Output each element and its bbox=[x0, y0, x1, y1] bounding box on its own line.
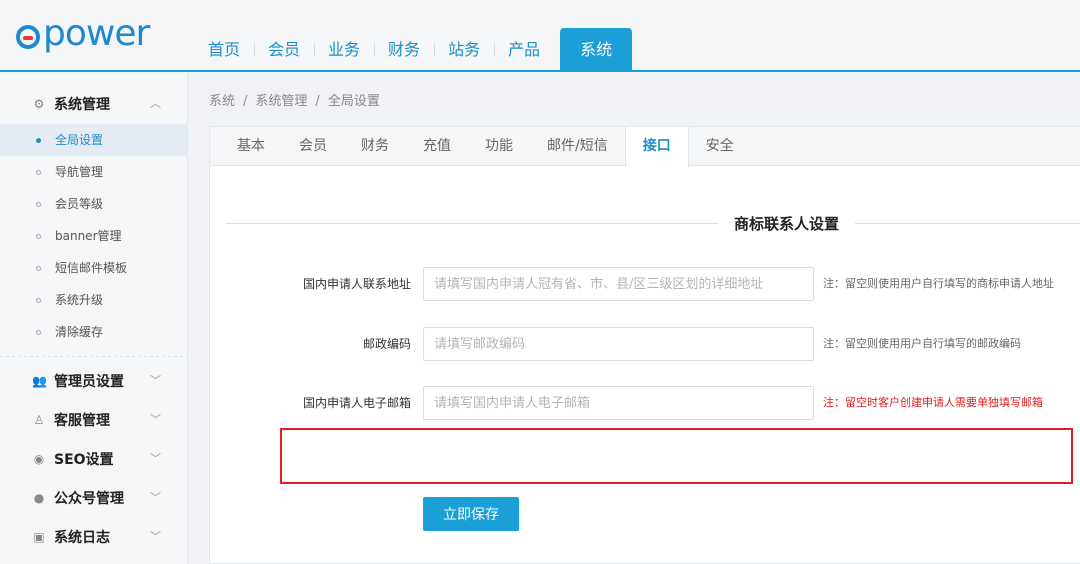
postcode-input[interactable] bbox=[423, 327, 814, 361]
field-label-address: 国内申请人联系地址 bbox=[302, 277, 411, 291]
sidebar-item-nav-management[interactable]: 导航管理 bbox=[0, 156, 187, 188]
nav-item-members[interactable]: 会员 bbox=[254, 28, 314, 72]
nav-item-finance[interactable]: 财务 bbox=[374, 28, 434, 72]
sidebar-group-service[interactable]: ♙ 客服管理 ﹀ bbox=[0, 400, 187, 439]
chevron-down-icon: ﹀ bbox=[150, 530, 161, 543]
tab-mail-sms[interactable]: 邮件/短信 bbox=[530, 127, 625, 165]
sidebar-item-label: 全局设置 bbox=[55, 133, 104, 147]
section-header: 商标联系人设置 bbox=[226, 203, 1080, 243]
breadcrumb-item[interactable]: 系统管理 bbox=[255, 94, 307, 109]
sidebar-item-global-settings[interactable]: 全局设置 bbox=[0, 124, 187, 156]
logo[interactable]: power bbox=[16, 13, 150, 54]
sidebar-item-templates[interactable]: 短信邮件模板 bbox=[0, 252, 187, 284]
bullet-icon bbox=[36, 138, 41, 143]
chevron-down-icon: ﹀ bbox=[150, 452, 161, 465]
gears-icon: ⚙ bbox=[33, 97, 45, 111]
field-label-email: 国内申请人电子邮箱 bbox=[302, 396, 411, 410]
chevron-down-icon: ﹀ bbox=[150, 413, 161, 426]
sidebar-group-label: 系统日志 bbox=[54, 529, 110, 546]
sidebar-group-label: 公众号管理 bbox=[54, 490, 124, 507]
log-icon: ▣ bbox=[33, 529, 45, 544]
main-nav: 首页 会员 业务 财务 站务 产品 系统 bbox=[194, 28, 633, 72]
nav-item-site[interactable]: 站务 bbox=[434, 28, 494, 72]
sidebar-item-upgrade[interactable]: 系统升级 bbox=[0, 284, 187, 316]
bullet-icon bbox=[36, 330, 41, 335]
field-hint-email: 注：留空时客户创建申请人需要单独填写邮箱 bbox=[823, 396, 1043, 409]
sidebar-group-wechat[interactable]: ● 公众号管理 ﹀ bbox=[0, 478, 187, 517]
tab-recharge[interactable]: 充值 bbox=[406, 127, 468, 165]
sidebar-group-seo[interactable]: ◉ SEO设置 ﹀ bbox=[0, 439, 187, 478]
service-icon: ♙ bbox=[33, 412, 45, 427]
bullet-icon bbox=[36, 234, 41, 239]
tab-basic[interactable]: 基本 bbox=[220, 127, 282, 165]
tab-security[interactable]: 安全 bbox=[689, 127, 751, 165]
bullet-icon bbox=[36, 266, 41, 271]
nav-item-products[interactable]: 产品 bbox=[494, 28, 554, 72]
sidebar-item-label: 短信邮件模板 bbox=[55, 261, 128, 275]
email-input[interactable] bbox=[423, 386, 814, 420]
sidebar-item-label: 系统升级 bbox=[55, 293, 104, 307]
sidebar-item-member-levels[interactable]: 会员等级 bbox=[0, 188, 187, 220]
breadcrumb-separator: / bbox=[243, 94, 248, 109]
bullet-icon bbox=[36, 298, 41, 303]
breadcrumb-separator: / bbox=[315, 94, 320, 109]
globe-icon: ◉ bbox=[33, 451, 45, 466]
field-hint-postcode: 注：留空则使用用户自行填写的邮政编码 bbox=[823, 337, 1021, 350]
nav-item-home[interactable]: 首页 bbox=[194, 28, 254, 72]
settings-panel: 基本 会员 财务 充值 功能 邮件/短信 接口 安全 商标联系人设置 国内申请人… bbox=[209, 126, 1080, 564]
field-hint-address: 注：留空则使用用户自行填写的商标申请人地址 bbox=[823, 277, 1054, 290]
breadcrumb-item-current: 全局设置 bbox=[327, 94, 380, 109]
sidebar-divider bbox=[0, 356, 187, 357]
sidebar-item-banner[interactable]: banner管理 bbox=[0, 220, 187, 252]
form-row-postcode: 邮政编码 注：留空则使用用户自行填写的邮政编码 bbox=[210, 327, 1080, 361]
bullet-icon bbox=[36, 202, 41, 207]
section-divider bbox=[226, 223, 1080, 224]
sidebar-item-clear-cache[interactable]: 清除缓存 bbox=[0, 316, 187, 348]
sidebar-group-label: 系统管理 bbox=[54, 97, 110, 113]
sidebar-group-label: 客服管理 bbox=[54, 412, 110, 429]
tab-features[interactable]: 功能 bbox=[468, 127, 530, 165]
save-button[interactable]: 立即保存 bbox=[423, 497, 519, 531]
nav-item-system[interactable]: 系统 bbox=[560, 28, 633, 72]
sidebar-item-label: banner管理 bbox=[55, 229, 122, 243]
wechat-icon: ● bbox=[33, 490, 45, 505]
sidebar-group-label: SEO设置 bbox=[54, 451, 114, 468]
sidebar-group-system[interactable]: ⚙ 系统管理 ︿ bbox=[0, 84, 187, 124]
sidebar-group-label: 管理员设置 bbox=[54, 373, 124, 390]
chevron-down-icon: ﹀ bbox=[150, 491, 161, 504]
address-input[interactable] bbox=[423, 267, 814, 301]
form-row-address: 国内申请人联系地址 注：留空则使用用户自行填写的商标申请人地址 bbox=[210, 267, 1080, 301]
tab-members[interactable]: 会员 bbox=[282, 127, 344, 165]
bullet-icon bbox=[36, 170, 41, 175]
sidebar-item-label: 会员等级 bbox=[55, 197, 104, 211]
tab-api[interactable]: 接口 bbox=[624, 127, 689, 167]
breadcrumb-item[interactable]: 系统 bbox=[209, 94, 235, 109]
highlight-box bbox=[280, 428, 1073, 484]
tab-finance[interactable]: 财务 bbox=[344, 127, 406, 165]
sidebar: ⚙ 系统管理 ︿ 全局设置 导航管理 会员等级 banner管理 短信邮件模板 … bbox=[0, 74, 188, 564]
chevron-down-icon: ﹀ bbox=[150, 374, 161, 387]
field-label-postcode: 邮政编码 bbox=[362, 337, 411, 351]
sidebar-item-label: 导航管理 bbox=[55, 165, 104, 179]
users-icon: 👥 bbox=[32, 373, 47, 388]
logo-mark-icon bbox=[16, 25, 40, 49]
top-header: power 首页 会员 业务 财务 站务 产品 系统 bbox=[0, 0, 1080, 72]
breadcrumb: 系统 / 系统管理 / 全局设置 bbox=[209, 90, 380, 109]
sidebar-group-logs[interactable]: ▣ 系统日志 ﹀ bbox=[0, 517, 187, 556]
sidebar-group-admins[interactable]: 👥 管理员设置 ﹀ bbox=[0, 361, 187, 400]
sidebar-item-label: 清除缓存 bbox=[55, 325, 104, 339]
settings-tabs: 基本 会员 财务 充值 功能 邮件/短信 接口 安全 bbox=[210, 127, 1080, 167]
form-row-email: 国内申请人电子邮箱 注：留空时客户创建申请人需要单独填写邮箱 bbox=[210, 386, 1080, 420]
chevron-up-icon: ︿ bbox=[150, 97, 161, 110]
nav-item-business[interactable]: 业务 bbox=[314, 28, 374, 72]
main-content: 系统 / 系统管理 / 全局设置 基本 会员 财务 充值 功能 邮件/短信 接口 安全 … bbox=[189, 74, 1080, 564]
section-title: 商标联系人设置 bbox=[718, 213, 856, 234]
logo-text: power bbox=[43, 13, 150, 54]
